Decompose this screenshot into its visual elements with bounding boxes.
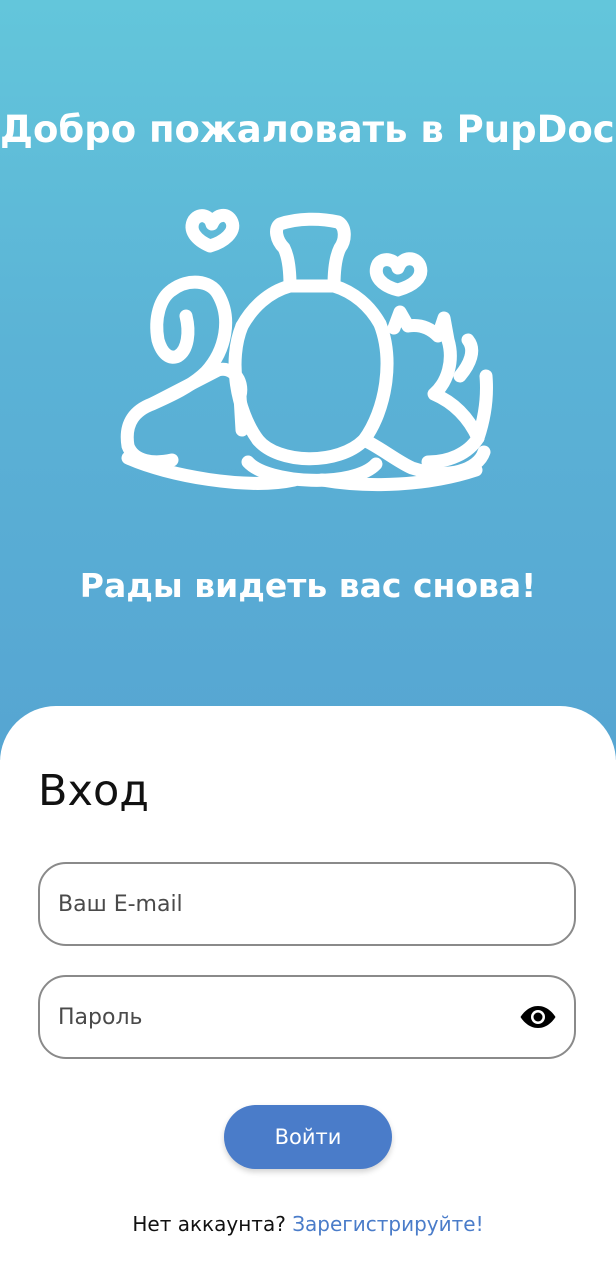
login-button[interactable]: Войти [224, 1105, 392, 1169]
email-field[interactable] [58, 864, 498, 944]
register-link[interactable]: Зарегистрируйте! [292, 1212, 483, 1236]
welcome-title: Добро пожаловать в PupDoc! [0, 108, 616, 151]
page-title: Вход [38, 766, 149, 816]
password-field-container [38, 975, 576, 1059]
password-field[interactable] [58, 977, 498, 1057]
welcome-subtitle: Рады видеть вас снова! [79, 566, 537, 605]
heart-icon [369, 252, 428, 297]
eye-icon[interactable] [520, 1001, 556, 1033]
heart-icon [185, 209, 240, 253]
email-field-container [38, 862, 576, 946]
register-prompt-line: Нет аккаунта? Зарегистрируйте! [0, 1212, 616, 1236]
person-with-pets-hearts-icon [120, 209, 493, 492]
hero-banner: Добро пожаловать в PupDoc! Рады видеть в… [0, 0, 616, 760]
register-prompt: Нет аккаунта? [132, 1212, 286, 1236]
login-card: Вход Войти Нет аккаунта? Зарегистрируйте… [0, 706, 616, 1280]
